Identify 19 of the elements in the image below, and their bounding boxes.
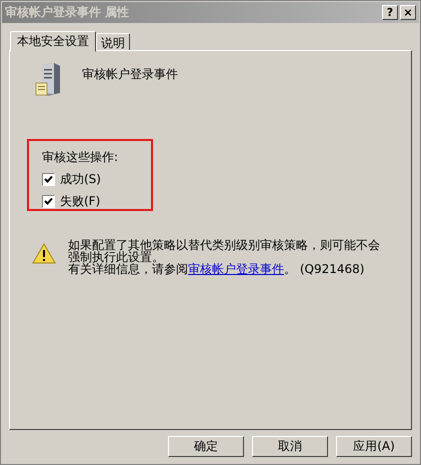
checkbox-label[interactable]: 成功(S) bbox=[60, 171, 101, 188]
dialog-button[interactable]: 应用(A) bbox=[336, 436, 412, 457]
server-icon bbox=[34, 63, 62, 97]
window-title: 审核帐户登录事件 属性 bbox=[5, 4, 130, 21]
policy-link[interactable]: 审核帐户登录事件 bbox=[188, 262, 284, 276]
help-button[interactable]: ? bbox=[382, 5, 398, 20]
dialog-button[interactable]: 取消 bbox=[252, 436, 328, 457]
dialog-button[interactable]: 确定 bbox=[168, 436, 244, 457]
info-text: 有关详细信息，请参阅审核帐户登录事件。 (Q921468) bbox=[68, 263, 366, 275]
checkbox-label[interactable]: 失败(F) bbox=[60, 193, 100, 210]
warning-text: 如果配置了其他策略以替代类别级别审核策略，则可能不会强制执行此设置。 bbox=[68, 239, 381, 263]
audit-heading: 审核这些操作: bbox=[42, 149, 120, 166]
tab[interactable]: 说明 bbox=[96, 33, 130, 51]
tab[interactable]: 本地安全设置 bbox=[10, 31, 96, 52]
close-button[interactable]: × bbox=[400, 5, 416, 20]
policy-name: 审核帐户登录事件 bbox=[82, 66, 178, 83]
checkbox[interactable] bbox=[42, 173, 55, 186]
warning-icon bbox=[32, 243, 56, 264]
checkbox[interactable] bbox=[42, 195, 55, 208]
